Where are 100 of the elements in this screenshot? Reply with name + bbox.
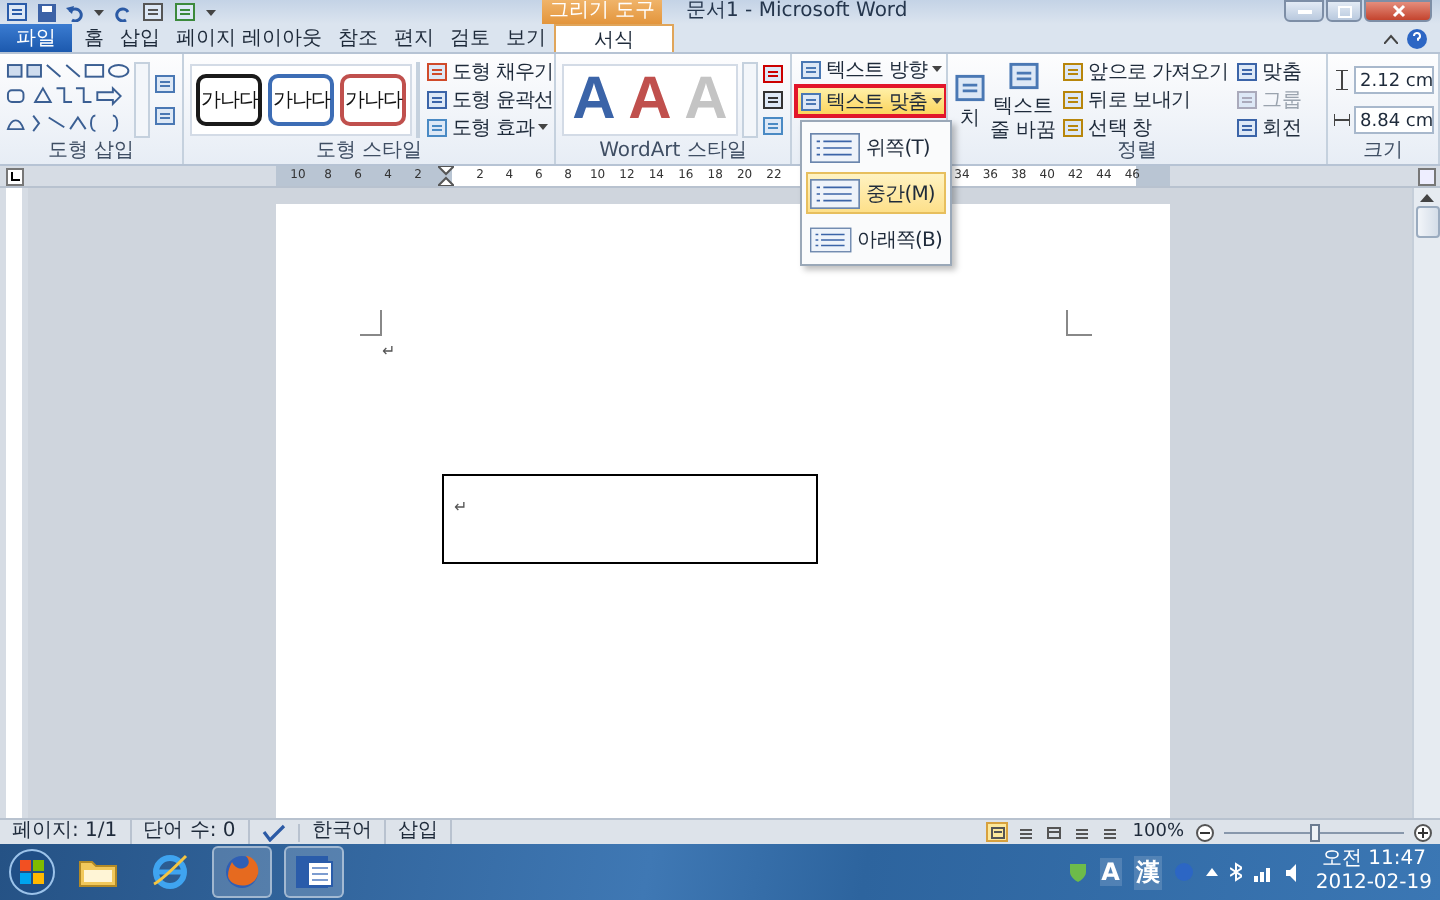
- scroll-thumb[interactable]: [1415, 206, 1439, 238]
- menu-item[interactable]: 아래쪽(B): [806, 218, 946, 260]
- arrange-icon: [1062, 61, 1085, 81]
- shape-style-preset[interactable]: 가나다: [196, 73, 262, 125]
- menu-item[interactable]: 중간(M): [806, 172, 946, 214]
- position-icon: [954, 69, 986, 105]
- minimize-button[interactable]: [1284, 0, 1324, 22]
- arrange-icon: [1236, 61, 1259, 81]
- arrange-icon: [1062, 89, 1085, 109]
- proofing-check-icon[interactable]: [261, 823, 286, 841]
- app-icon: [6, 2, 28, 22]
- ribbon-tab[interactable]: 편지: [386, 24, 443, 52]
- taskbar-button[interactable]: [212, 846, 272, 898]
- shield-icon: [1067, 862, 1088, 882]
- paragraph-mark: ↵: [382, 344, 396, 360]
- shape-style-preset[interactable]: 가나다: [268, 73, 334, 125]
- paragraph-mark: ↵: [454, 500, 468, 516]
- height-icon: [1334, 69, 1350, 89]
- ribbon-tab[interactable]: 페이지 레이아웃: [168, 24, 331, 52]
- network-icon: [1253, 863, 1274, 881]
- ribbon-tab[interactable]: 삽입: [112, 24, 168, 52]
- group-label: 도형 스타일: [313, 140, 425, 164]
- shape-command[interactable]: 도형 채우기: [424, 58, 554, 84]
- caret-icon: [931, 66, 942, 72]
- menu-item[interactable]: 위쪽(T): [806, 126, 946, 168]
- maximize-icon: [1337, 5, 1351, 17]
- caret-icon: [538, 124, 549, 130]
- text-align-icon: [800, 59, 822, 79]
- crop-mark-icon: [360, 310, 382, 336]
- collapse-ribbon-icon[interactable]: [1384, 33, 1398, 43]
- save-icon[interactable]: [38, 3, 56, 21]
- text-fill-icon: [762, 63, 784, 83]
- text-box[interactable]: ↵: [442, 474, 818, 564]
- shape-command[interactable]: 도형 효과: [424, 114, 554, 140]
- arrange-icon: [1236, 117, 1259, 137]
- ribbon-tab[interactable]: 검토: [442, 24, 499, 52]
- file-tab[interactable]: 파일: [0, 24, 72, 52]
- ribbon-tab[interactable]: 서식: [554, 24, 675, 52]
- shape-format-icon: [426, 117, 448, 137]
- caret-icon: [931, 98, 942, 104]
- clock[interactable]: 오전 11:47 2012-02-19: [1315, 848, 1432, 896]
- ruler-toggle-icon[interactable]: [1417, 167, 1435, 185]
- document-icon: [292, 852, 336, 892]
- text-command[interactable]: 텍스트 맞춤: [798, 88, 944, 114]
- group-label: 정렬: [1115, 140, 1159, 164]
- shape-command[interactable]: 도형 윤곽선: [424, 86, 554, 112]
- size-field[interactable]: 2.12 cm: [1354, 65, 1434, 93]
- shape-gallery-drawing[interactable]: [6, 61, 131, 137]
- text-box-icon[interactable]: [154, 105, 176, 125]
- arrange-command[interactable]: 뒤로 보내기: [1060, 86, 1231, 112]
- ime-indicator[interactable]: A: [1099, 858, 1122, 886]
- arrange-command[interactable]: 선택 창: [1060, 114, 1231, 140]
- indent-marker-icon[interactable]: [438, 166, 454, 186]
- vertical-scrollbar[interactable]: [1412, 188, 1440, 818]
- arrange-command[interactable]: 맞춤: [1234, 58, 1303, 84]
- tab-stop-icon[interactable]: [5, 167, 23, 185]
- close-icon: [1391, 4, 1405, 18]
- ribbon-tab[interactable]: 보기: [498, 24, 555, 52]
- close-button[interactable]: [1364, 0, 1432, 22]
- show-hidden-icons-icon[interactable]: [1205, 868, 1218, 876]
- group-label: 도형 삽입: [45, 140, 137, 164]
- start-button[interactable]: [8, 848, 56, 896]
- shape-format-icon: [426, 61, 448, 81]
- minimize-icon: [1297, 9, 1311, 13]
- zoom-in-button[interactable]: [1414, 823, 1432, 841]
- ime-indicator[interactable]: 漢: [1133, 855, 1162, 889]
- edit-shape-icon[interactable]: [154, 73, 176, 93]
- align-lines-icon: [810, 131, 860, 163]
- crop-mark-icon: [1066, 310, 1092, 336]
- caret-icon: [206, 9, 216, 15]
- align-lines-icon: [810, 177, 860, 209]
- arrange-command[interactable]: 회전: [1234, 114, 1303, 140]
- arrange-icon: [1236, 89, 1259, 109]
- arrange-command[interactable]: 앞으로 가져오기: [1060, 58, 1231, 84]
- size-field[interactable]: 8.84 cm: [1354, 105, 1434, 133]
- text-outline-icon: [762, 89, 784, 109]
- align-lines-icon: [810, 223, 852, 255]
- wrap-text-button[interactable]: 텍스트 줄 바꿈: [990, 57, 1057, 140]
- zoom-level[interactable]: 100%: [1126, 822, 1190, 842]
- ribbon-tab[interactable]: 참조: [330, 24, 387, 52]
- width-icon: [1334, 109, 1350, 129]
- zoom-out-button[interactable]: [1196, 823, 1214, 841]
- bluetooth-icon: [1229, 862, 1242, 882]
- shape-style-preset[interactable]: 가나다: [340, 73, 406, 125]
- text-command[interactable]: 텍스트 방향: [798, 56, 944, 82]
- wrap-text-icon: [1007, 57, 1040, 93]
- maximize-button[interactable]: [1326, 0, 1362, 22]
- text-effects-icon: [762, 115, 784, 135]
- scroll-up-icon[interactable]: [1420, 192, 1434, 202]
- view-button[interactable]: [986, 822, 1009, 842]
- text-align-icon: [800, 91, 822, 111]
- redo-icon[interactable]: [114, 3, 132, 21]
- browser-e-icon: [150, 852, 190, 892]
- taskbar-button[interactable]: [284, 846, 344, 898]
- ribbon-tab[interactable]: 홈: [76, 24, 112, 52]
- shape-format-icon: [426, 89, 448, 109]
- position-button[interactable]: 치: [954, 69, 986, 129]
- view-button[interactable]: [1042, 822, 1065, 842]
- folder-icon: [78, 856, 118, 888]
- undo-icon[interactable]: [66, 3, 84, 21]
